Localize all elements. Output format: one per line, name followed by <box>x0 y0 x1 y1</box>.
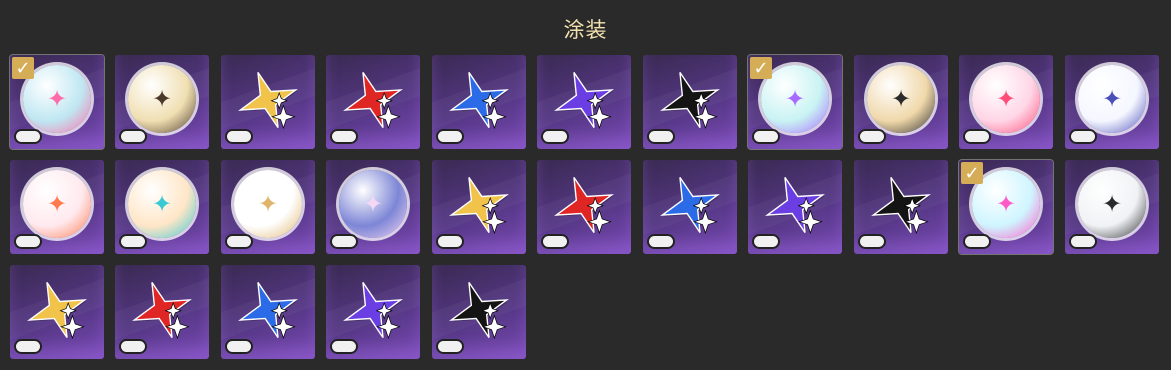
checkmark-icon: ✓ <box>750 57 772 79</box>
sneaker-icon <box>227 131 251 142</box>
sneaker-icon <box>649 236 673 247</box>
emblem-glyph: ✦ <box>151 85 173 113</box>
skin-tile[interactable]: ✦ <box>10 160 104 254</box>
skin-tile[interactable] <box>643 55 737 149</box>
star-emblem-icon <box>238 71 298 130</box>
star-emblem-icon <box>449 176 509 235</box>
ring-emblem-icon: ✦ <box>867 65 935 133</box>
sneaker-icon <box>121 236 145 247</box>
dark-portrait-icon: ✦ <box>1078 170 1146 238</box>
skin-tile[interactable]: ✦ ✓ <box>748 55 842 149</box>
sneaker-icon <box>438 131 462 142</box>
emblem-glyph: ✦ <box>257 190 279 218</box>
star-emblem-icon <box>343 71 403 130</box>
sneaker-icon <box>860 236 884 247</box>
sneaker-icon <box>227 341 251 352</box>
skin-tile[interactable] <box>537 55 631 149</box>
emblem-glyph: ✦ <box>1101 190 1123 218</box>
sneaker-icon <box>1071 131 1095 142</box>
sneaker-icon <box>543 131 567 142</box>
skin-tile[interactable] <box>432 265 526 359</box>
sneaker-icon <box>121 341 145 352</box>
star-emblem-icon <box>871 176 931 235</box>
emblem-glyph: ✦ <box>362 190 384 218</box>
skin-tile[interactable] <box>643 160 737 254</box>
skin-tile[interactable] <box>854 160 948 254</box>
skin-grid: ✦ ✓ ✦ ✦ ✓ ✦ ✦ ✦ ✦ ✦ ✦ ✦ ✦ ✓ ✦ <box>10 55 1170 365</box>
star-emblem-icon <box>554 176 614 235</box>
sneaker-icon <box>754 236 778 247</box>
skin-tile[interactable] <box>326 55 420 149</box>
star-emblem-icon <box>132 281 192 340</box>
skin-tile[interactable] <box>432 55 526 149</box>
star-emblem-icon <box>449 71 509 130</box>
star-emblem-icon <box>660 176 720 235</box>
sneaker-icon <box>438 341 462 352</box>
star-emblem-icon <box>660 71 720 130</box>
star-emblem-icon <box>554 71 614 130</box>
skin-tile[interactable]: ✦ <box>959 55 1053 149</box>
sneaker-icon <box>16 131 40 142</box>
sneaker-icon <box>332 341 356 352</box>
star-emblem-icon <box>765 176 825 235</box>
emblem-glyph: ✦ <box>46 190 68 218</box>
skin-tile[interactable]: ✦ <box>854 55 948 149</box>
skin-tile[interactable] <box>432 160 526 254</box>
sneaker-icon <box>438 236 462 247</box>
skin-tile[interactable] <box>115 265 209 359</box>
sneaker-icon <box>860 131 884 142</box>
checkmark-icon: ✓ <box>12 57 34 79</box>
star-emblem-icon <box>238 281 298 340</box>
sneaker-icon <box>227 236 251 247</box>
skin-tile[interactable] <box>221 55 315 149</box>
crystal-emblem-icon: ✦ <box>128 170 196 238</box>
skin-tile[interactable]: ✦ <box>115 160 209 254</box>
sneaker-icon <box>332 131 356 142</box>
skin-tile[interactable] <box>326 265 420 359</box>
emblem-glyph: ✦ <box>890 85 912 113</box>
section-title: 涂装 <box>563 19 608 42</box>
skin-tile[interactable]: ✦ <box>221 160 315 254</box>
sneaker-icon <box>1071 236 1095 247</box>
skin-tile[interactable]: ✦ ✓ <box>10 55 104 149</box>
skin-tile[interactable]: ✦ <box>1065 160 1159 254</box>
star-emblem-icon <box>27 281 87 340</box>
winged-emblem-icon: ✦ <box>1078 65 1146 133</box>
sneaker-icon <box>332 236 356 247</box>
chibi-portrait-icon: ✦ <box>234 170 302 238</box>
skin-tile[interactable]: ✦ <box>326 160 420 254</box>
sneaker-icon <box>543 236 567 247</box>
sneaker-icon <box>16 341 40 352</box>
emblem-glyph: ✦ <box>1101 85 1123 113</box>
skin-tile[interactable] <box>10 265 104 359</box>
sneaker-icon <box>965 236 989 247</box>
star-emblem-icon <box>343 281 403 340</box>
character-portrait-icon: ✦ <box>128 65 196 133</box>
star-emblem-icon <box>449 281 509 340</box>
skin-tile[interactable]: ✦ ✓ <box>959 160 1053 254</box>
sneaker-icon <box>649 131 673 142</box>
checkmark-icon: ✓ <box>961 162 983 184</box>
skin-tile[interactable] <box>748 160 842 254</box>
emblem-glyph: ✦ <box>151 190 173 218</box>
emblem-glyph: ✦ <box>995 85 1017 113</box>
pink-portrait-icon: ✦ <box>972 65 1040 133</box>
skin-tile[interactable] <box>537 160 631 254</box>
sneaker-icon <box>121 131 145 142</box>
sneaker-icon <box>754 131 778 142</box>
chibi-character-icon: ✦ <box>339 170 407 238</box>
skin-tile[interactable]: ✦ <box>115 55 209 149</box>
party-emblem-icon: ✦ <box>23 170 91 238</box>
sneaker-icon <box>16 236 40 247</box>
skin-tile[interactable] <box>221 265 315 359</box>
sneaker-icon <box>965 131 989 142</box>
skin-tile[interactable]: ✦ <box>1065 55 1159 149</box>
